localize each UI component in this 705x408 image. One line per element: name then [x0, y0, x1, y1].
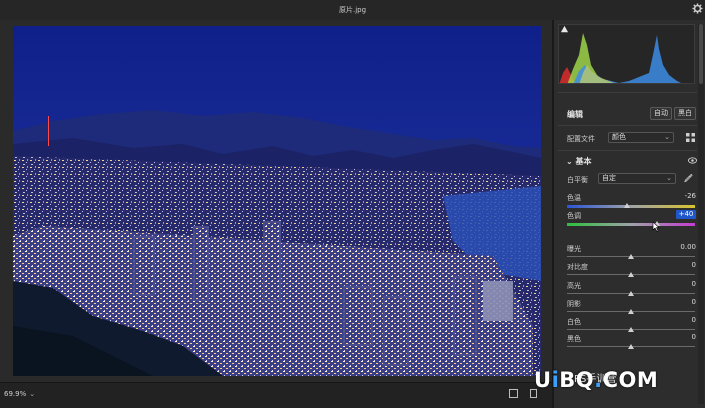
slider-label: 高光: [567, 282, 581, 290]
eye-icon[interactable]: [688, 157, 697, 164]
slider-thumb[interactable]: [628, 344, 634, 349]
eyedropper-icon[interactable]: [684, 173, 693, 183]
slider-thumb[interactable]: [628, 254, 634, 259]
title-bar: 原片.jpg: [0, 0, 705, 20]
photo-preview[interactable]: [13, 26, 541, 376]
slider-thumb[interactable]: [624, 203, 631, 208]
slider-thumb[interactable]: [628, 309, 634, 314]
chevron-down-icon: ⌄: [566, 157, 576, 166]
slider-track[interactable]: [567, 223, 695, 226]
auto-button[interactable]: 自动: [650, 107, 672, 120]
slider-label: 曝光: [567, 245, 581, 253]
gear-icon[interactable]: [692, 3, 703, 14]
histogram-clip-icon[interactable]: [560, 25, 569, 34]
panel-scrollbar[interactable]: [698, 24, 704, 404]
white-balance-select[interactable]: 自定 ⌄: [598, 173, 676, 184]
scrollbar-thumb[interactable]: [699, 24, 703, 84]
slider-label: 对比度: [567, 263, 588, 271]
divider: [558, 92, 697, 93]
slider-label: 白色: [567, 318, 581, 326]
watermark-wechat: PS手训营: [574, 374, 617, 385]
slider-label: 黑色: [567, 335, 581, 343]
slider-label: 色调: [567, 212, 581, 220]
document-title: 原片.jpg: [338, 6, 367, 14]
slider-value-input[interactable]: 0: [676, 280, 696, 289]
divider: [558, 125, 697, 126]
status-bar: 69.9% ⌄: [0, 382, 552, 408]
chevron-down-icon: ⌄: [664, 133, 670, 141]
slider-thumb[interactable]: [628, 272, 634, 277]
divider: [558, 150, 697, 151]
slider-thumb[interactable]: [628, 327, 634, 332]
adjustment-panel: 编辑 自动 黑白 配置文件 颜色 ⌄ ⌄ 基本 白平衡 自定 ⌄ 色温 -26 色调 +4…: [552, 20, 705, 408]
basic-section-title[interactable]: ⌄ 基本: [566, 156, 592, 167]
slider-label: 阴影: [567, 300, 581, 308]
chevron-down-icon: ⌄: [29, 390, 36, 398]
slider-value-input[interactable]: +40: [676, 210, 696, 219]
slider-value-input[interactable]: 0: [676, 333, 696, 342]
slider-value-input[interactable]: -26: [676, 192, 696, 201]
zoom-level[interactable]: 69.9% ⌄: [4, 390, 35, 398]
edit-section-label: 编辑: [567, 110, 583, 119]
black-white-button[interactable]: 黑白: [674, 107, 696, 120]
histogram: [558, 24, 695, 84]
slider-value-input[interactable]: 0: [676, 298, 696, 307]
mouse-cursor: [652, 222, 660, 232]
white-balance-label: 白平衡: [567, 176, 588, 184]
profile-grid-icon[interactable]: [686, 133, 695, 142]
slider-track[interactable]: [567, 205, 695, 208]
slider-value-input[interactable]: 0.00: [676, 243, 696, 252]
view-toggle-icon[interactable]: [509, 389, 518, 398]
slider-thumb[interactable]: [628, 291, 634, 296]
image-canvas[interactable]: [0, 20, 552, 382]
slider-label: 色温: [567, 194, 581, 202]
slider-value-input[interactable]: 0: [676, 316, 696, 325]
profile-label: 配置文件: [567, 135, 595, 143]
slider-value-input[interactable]: 0: [676, 261, 696, 270]
profile-select[interactable]: 颜色 ⌄: [608, 132, 674, 143]
chevron-down-icon: ⌄: [666, 174, 672, 182]
